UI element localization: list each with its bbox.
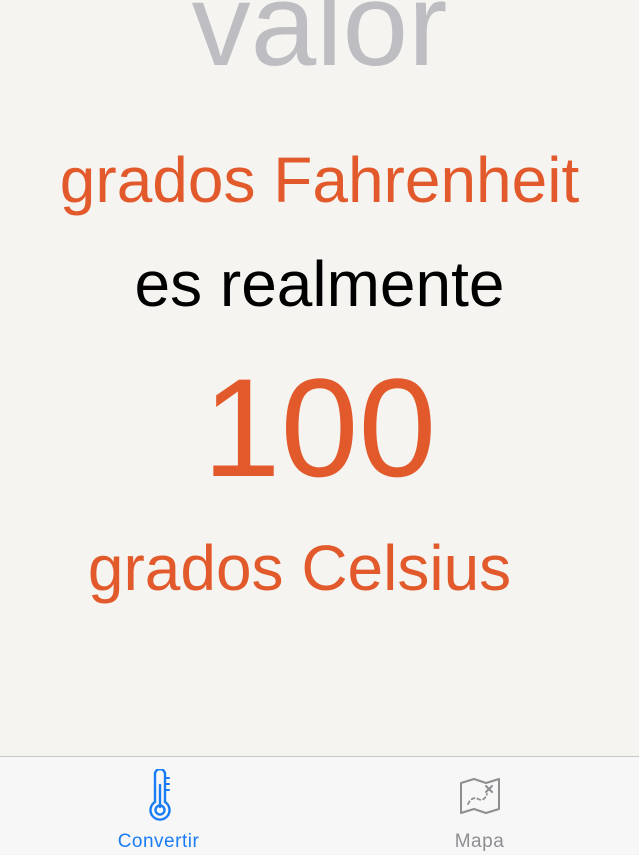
tab-mapa[interactable]: Mapa [320,757,639,855]
tab-convertir[interactable]: Convertir [0,757,319,855]
map-icon [459,778,500,814]
tab-bar: Convertir Mapa [0,756,639,854]
celsius-result-value: 100 [202,349,437,506]
tab-convertir-label: Convertir [117,831,200,852]
thermometer-icon [148,769,171,821]
celsius-unit-label: grados Celsius [87,532,512,604]
tab-mapa-label: Mapa [454,831,505,852]
fahrenheit-unit-label: grados Fahrenheit [59,144,580,216]
fahrenheit-value-input[interactable] [0,0,639,93]
converter-screen: grados Fahrenheit es realmente 100 grado… [0,0,639,854]
connector-label: es realmente [134,248,505,320]
